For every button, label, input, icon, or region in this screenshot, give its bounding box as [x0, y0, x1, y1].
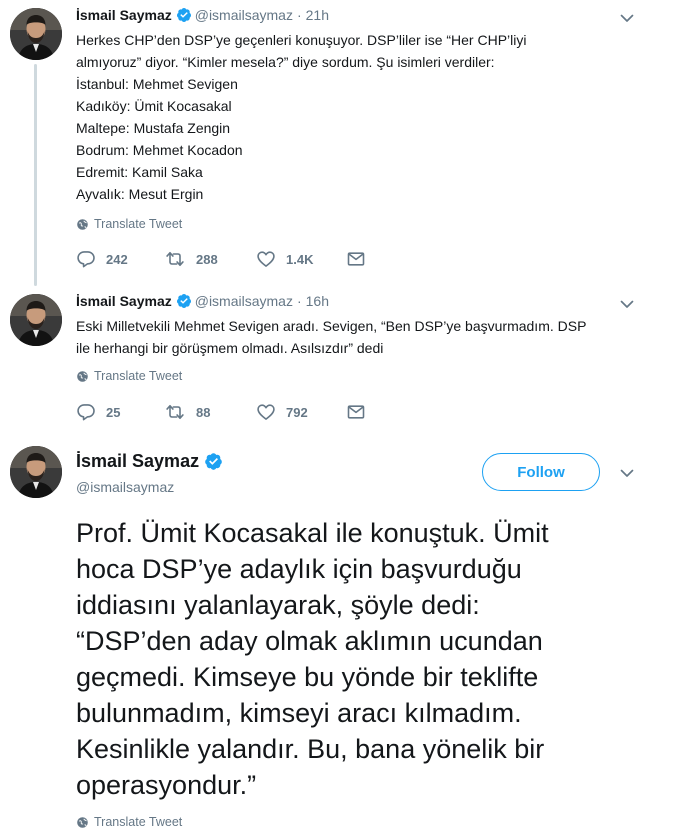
- tweet-timestamp[interactable]: 16h: [306, 293, 329, 309]
- thread-tweet-1[interactable]: İsmail Saymaz @ismailsaymaz · 21h Herkes…: [0, 0, 673, 286]
- retweet-count: 88: [196, 404, 211, 420]
- separator-dot: ·: [296, 293, 302, 309]
- tweet-header: İsmail Saymaz @ismailsaymaz · 16h: [76, 293, 329, 309]
- reply-count: 25: [106, 404, 121, 420]
- reply-icon: [76, 249, 96, 269]
- direct-message-button[interactable]: [346, 402, 376, 422]
- message-icon: [346, 249, 366, 269]
- translate-label: Translate Tweet: [94, 815, 183, 829]
- main-tweet: İsmail Saymaz @ismailsaymaz Follow Prof.…: [0, 434, 673, 839]
- follow-button[interactable]: Follow: [482, 453, 600, 491]
- translate-tweet-link[interactable]: Translate Tweet: [76, 369, 182, 383]
- tweet-timestamp[interactable]: 21h: [306, 7, 329, 23]
- author-handle[interactable]: @ismailsaymaz: [195, 7, 293, 23]
- tweet-actions: 25 88 792: [76, 402, 376, 422]
- retweet-count: 288: [196, 251, 218, 267]
- translate-label: Translate Tweet: [94, 369, 183, 383]
- translate-label: Translate Tweet: [94, 217, 183, 231]
- tweet-text: Eski Milletvekili Mehmet Sevigen aradı. …: [76, 318, 587, 356]
- message-icon: [346, 402, 366, 422]
- like-button[interactable]: 1.4K: [256, 249, 346, 269]
- author-name[interactable]: İsmail Saymaz: [76, 7, 172, 23]
- like-count: 792: [286, 404, 308, 420]
- reply-count: 242: [106, 251, 128, 267]
- translate-tweet-link[interactable]: Translate Tweet: [76, 217, 182, 231]
- reply-button[interactable]: 25: [76, 402, 164, 422]
- verified-badge-icon: [176, 293, 192, 309]
- author-handle[interactable]: @ismailsaymaz: [76, 479, 174, 495]
- author-name-row: İsmail Saymaz: [76, 451, 223, 472]
- reply-icon: [76, 402, 96, 422]
- like-count: 1.4K: [286, 251, 314, 267]
- avatar[interactable]: [10, 8, 62, 60]
- like-icon: [256, 249, 276, 269]
- avatar[interactable]: [10, 446, 62, 498]
- globe-icon: [76, 816, 89, 829]
- tweet-text: Herkes CHP’den DSP’ye geçenleri konuşuyo…: [76, 32, 527, 202]
- thread-tweet-2[interactable]: İsmail Saymaz @ismailsaymaz · 16h Eski M…: [0, 286, 673, 434]
- translate-tweet-link[interactable]: Translate Tweet: [76, 815, 182, 829]
- chevron-down-icon[interactable]: [619, 10, 635, 26]
- retweet-button[interactable]: 288: [164, 249, 256, 269]
- verified-badge-icon: [176, 7, 192, 23]
- like-icon: [256, 402, 276, 422]
- author-name[interactable]: İsmail Saymaz: [76, 451, 199, 472]
- verified-badge-icon: [204, 452, 223, 471]
- avatar[interactable]: [10, 294, 62, 346]
- direct-message-button[interactable]: [346, 249, 376, 269]
- chevron-down-icon[interactable]: [619, 296, 635, 312]
- tweet-text: Prof. Ümit Kocasakal ile konuştuk. Ümit …: [76, 518, 549, 800]
- retweet-button[interactable]: 88: [164, 402, 256, 422]
- separator-dot: ·: [296, 7, 302, 23]
- author-handle[interactable]: @ismailsaymaz: [195, 293, 293, 309]
- chevron-down-icon[interactable]: [619, 465, 635, 481]
- author-name[interactable]: İsmail Saymaz: [76, 293, 172, 309]
- globe-icon: [76, 370, 89, 383]
- retweet-icon: [164, 402, 186, 422]
- thread-connector-line: [34, 64, 37, 286]
- retweet-icon: [164, 249, 186, 269]
- globe-icon: [76, 218, 89, 231]
- tweet-header: İsmail Saymaz @ismailsaymaz · 21h: [76, 7, 329, 23]
- like-button[interactable]: 792: [256, 402, 346, 422]
- tweet-actions: 242 288 1.4K: [76, 249, 376, 269]
- reply-button[interactable]: 242: [76, 249, 164, 269]
